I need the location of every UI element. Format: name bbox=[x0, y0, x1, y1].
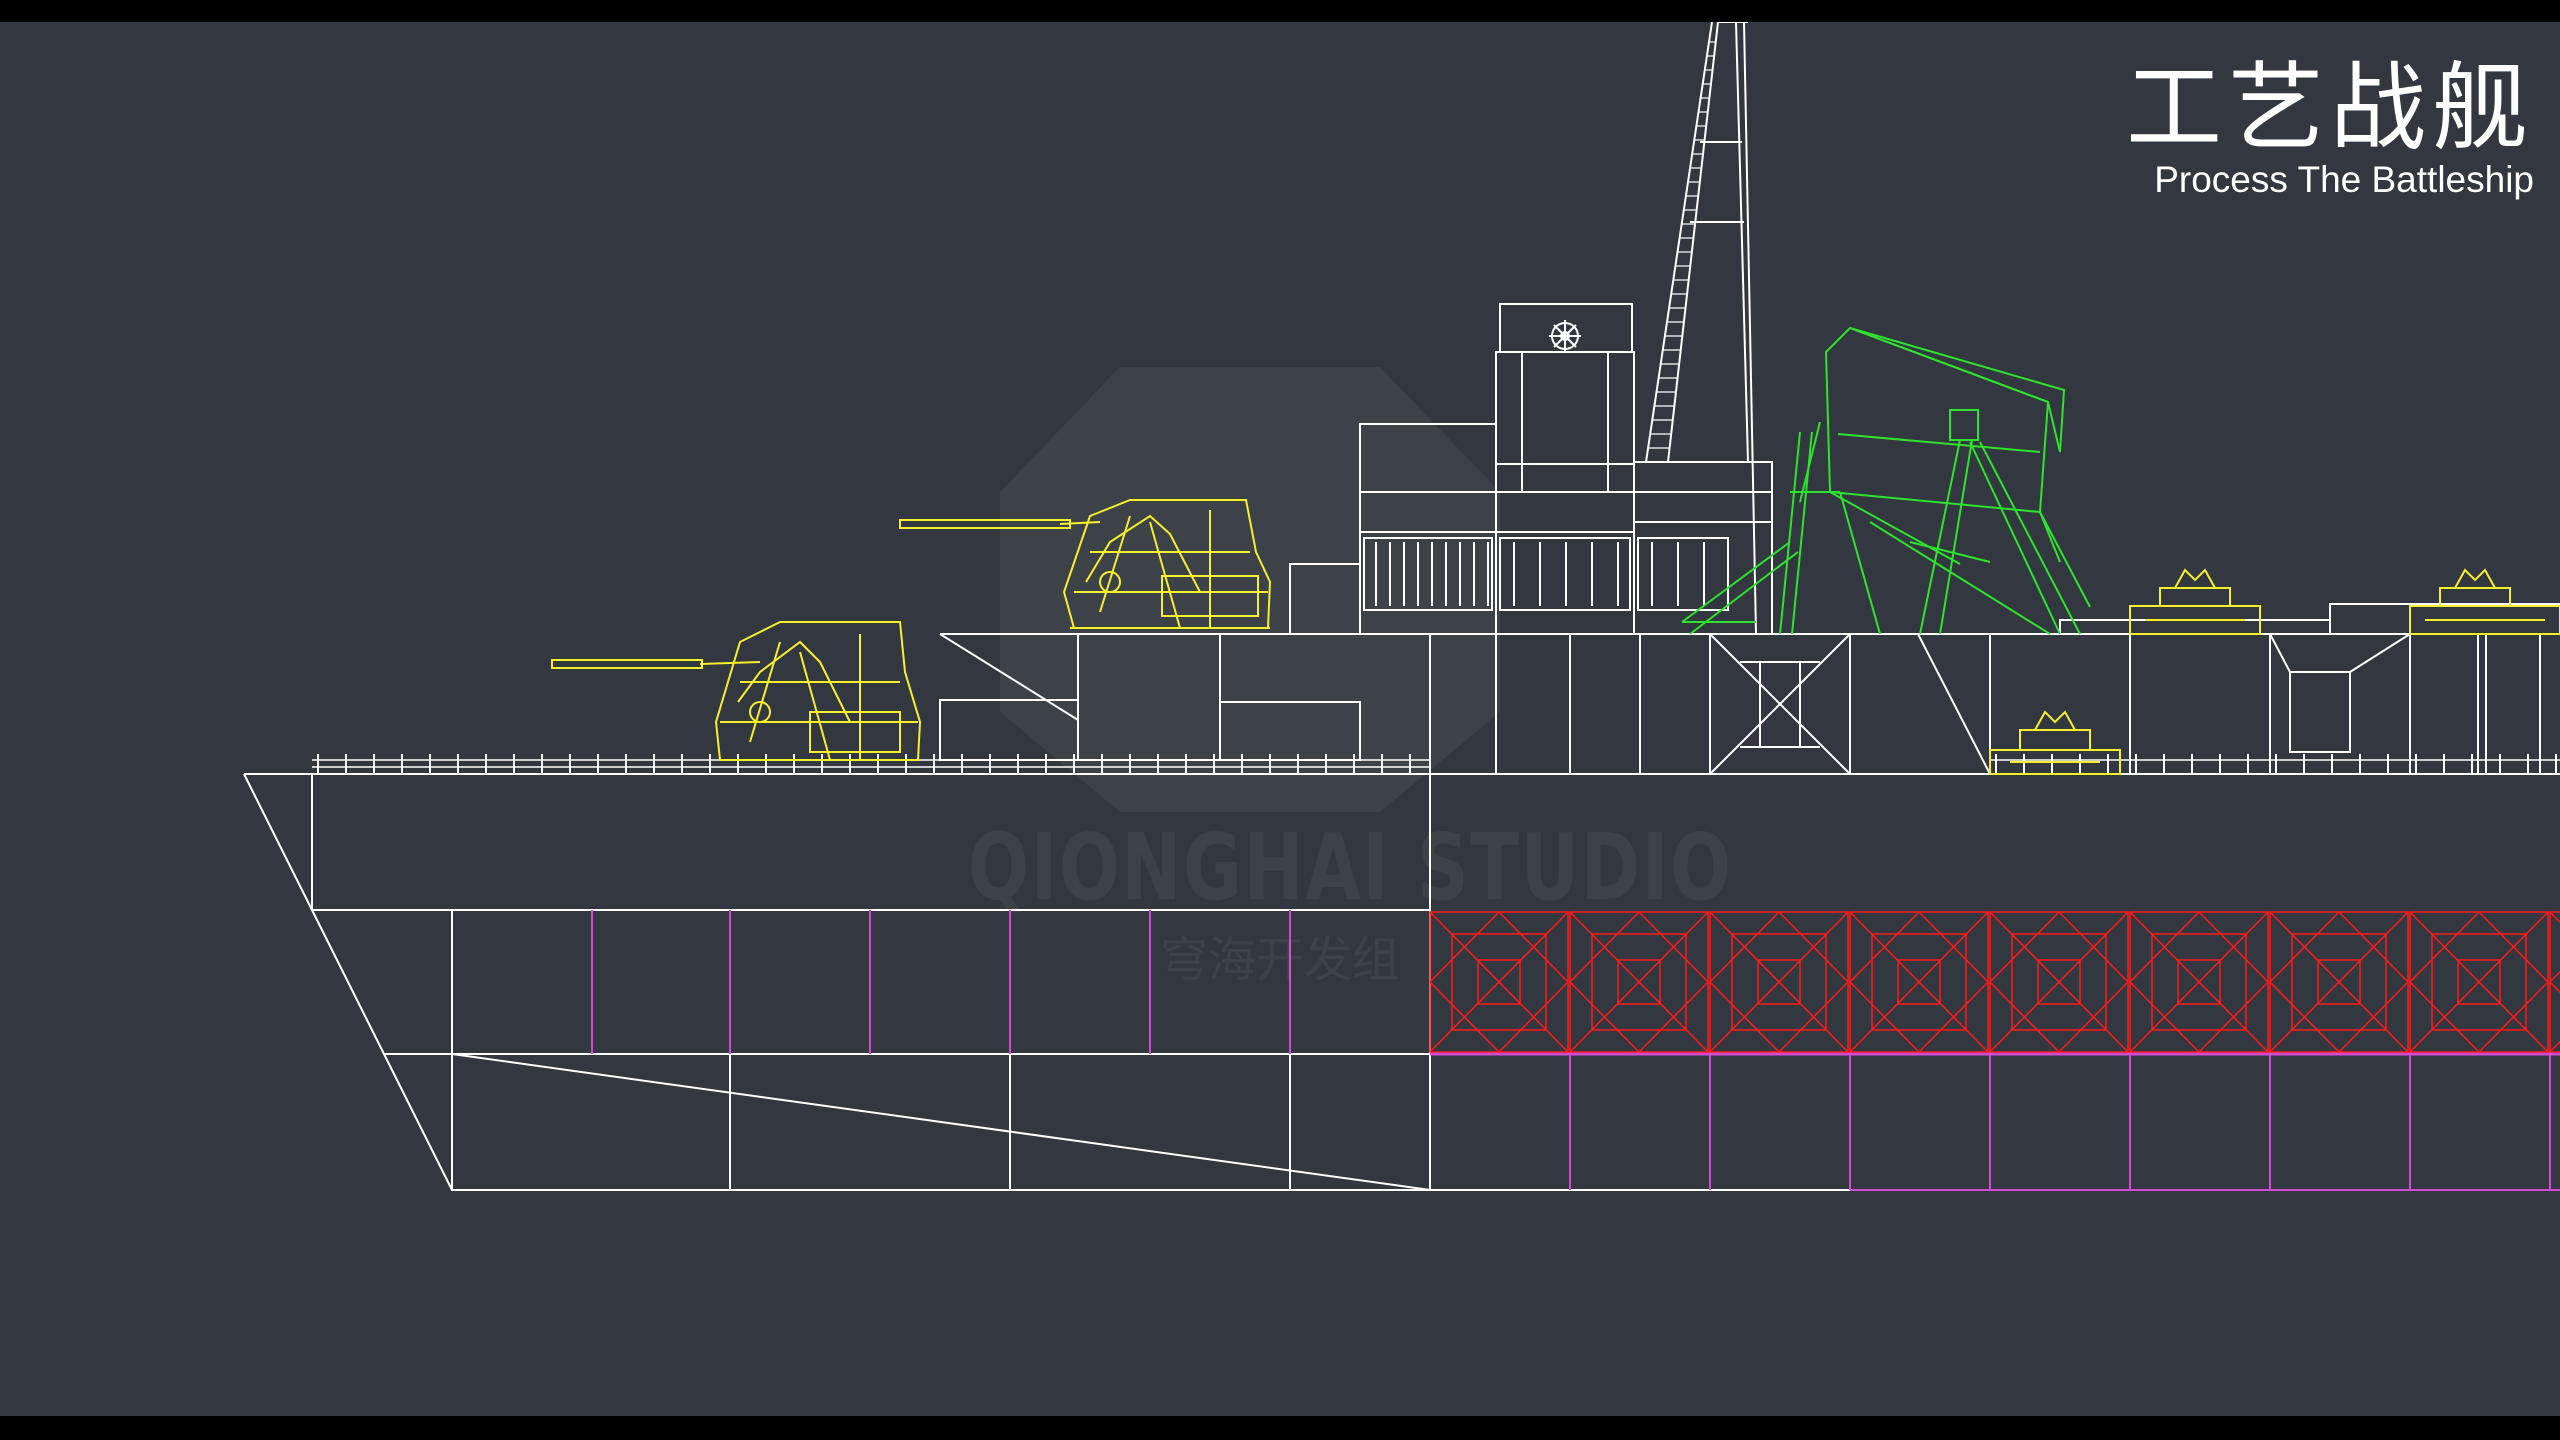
cad-viewport[interactable]: QIONGHAI STUDIO 穹海开发组 工艺战舰 Process The B… bbox=[0, 22, 2560, 1416]
aa-mount-2 bbox=[2129, 568, 2261, 635]
compartment-box bbox=[2129, 911, 2269, 1053]
watermark-logo-shape bbox=[1000, 367, 1500, 812]
compartment-box bbox=[2549, 911, 2560, 1053]
compartment-box bbox=[1429, 911, 1569, 1053]
compartment-box bbox=[1569, 911, 1709, 1053]
mast bbox=[1645, 22, 1757, 635]
compartment-box bbox=[2269, 911, 2409, 1053]
compartment-box bbox=[1989, 911, 2129, 1053]
battleship-wireframe bbox=[243, 22, 2560, 1191]
letterbox-bottom bbox=[0, 1416, 2560, 1440]
compartment-box bbox=[1849, 911, 1989, 1053]
studio-watermark: QIONGHAI STUDIO bbox=[968, 814, 1733, 921]
compartment-box bbox=[2409, 911, 2549, 1053]
compartment-box bbox=[1709, 911, 1849, 1053]
ship-wheel-icon bbox=[1549, 320, 1581, 352]
title-chinese: 工艺战舰 bbox=[2126, 52, 2534, 164]
letterbox-top bbox=[0, 0, 2560, 22]
title-block: 工艺战舰 Process The Battleship bbox=[2126, 56, 2534, 202]
studio-watermark-chinese: 穹海开发组 bbox=[1160, 932, 1401, 988]
turret-forward bbox=[551, 621, 922, 761]
frame-stations-aft bbox=[1430, 1052, 2560, 1191]
crane bbox=[1681, 326, 2091, 635]
aa-mount-1 bbox=[1989, 710, 2121, 775]
title-english: Process The Battleship bbox=[2154, 159, 2534, 200]
armored-compartments bbox=[1429, 911, 2560, 1053]
aa-mount-3 bbox=[2409, 568, 2560, 635]
